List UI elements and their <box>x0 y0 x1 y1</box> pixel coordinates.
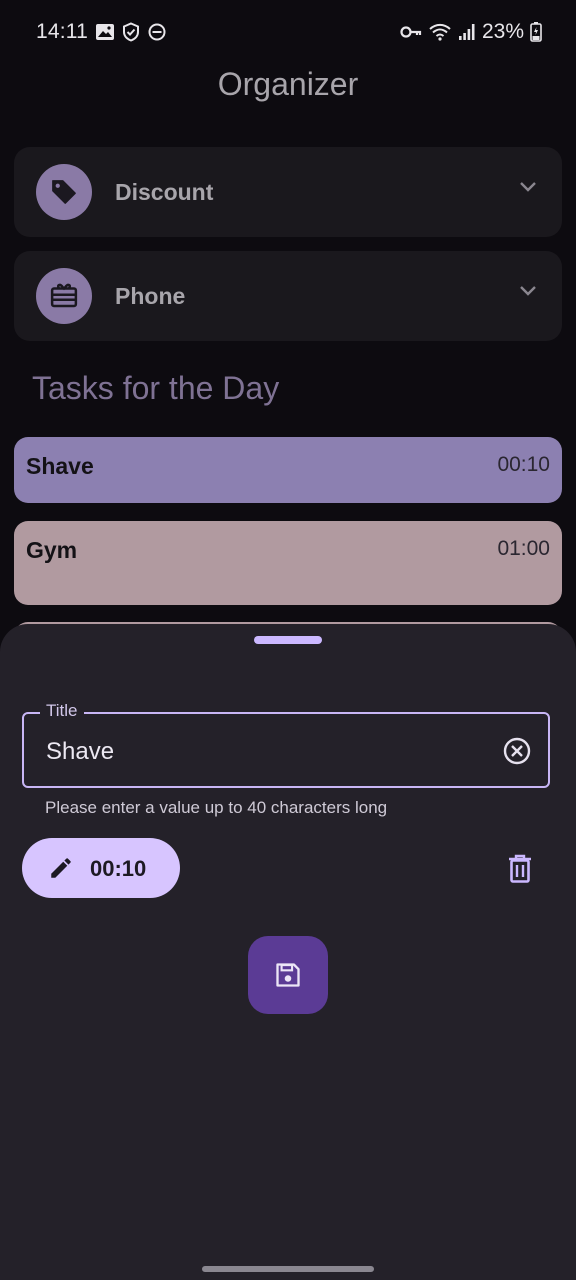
task-time: 00:10 <box>497 453 550 476</box>
category-avatar <box>36 268 92 324</box>
tag-icon <box>52 180 76 204</box>
wifi-icon <box>429 23 451 41</box>
clear-icon[interactable] <box>502 736 532 766</box>
task-card-shave[interactable]: Shave 00:10 <box>14 437 562 503</box>
battery-icon <box>530 22 542 42</box>
gesture-navigation-bar[interactable] <box>202 1266 374 1272</box>
edit-time-button[interactable]: 00:10 <box>22 838 180 898</box>
battery-percent: 23% <box>481 20 524 43</box>
time-chip-label: 00:10 <box>90 856 147 881</box>
title-field-value[interactable]: Shave <box>46 738 114 766</box>
trash-icon[interactable] <box>506 854 534 884</box>
drag-handle[interactable] <box>254 636 322 644</box>
task-card-gym[interactable]: Gym 01:00 <box>14 521 562 605</box>
status-bar: 14:11 23% <box>0 0 576 64</box>
chevron-down-icon[interactable] <box>518 180 538 194</box>
category-card-discount[interactable]: Discount <box>14 147 562 237</box>
image-icon <box>96 24 114 40</box>
gift-card-icon <box>50 283 78 308</box>
status-system-icons: 23% <box>400 20 542 44</box>
task-time: 01:00 <box>497 537 550 560</box>
title-field[interactable]: Title Shave <box>22 701 550 788</box>
save-icon <box>276 963 300 987</box>
vpn-key-icon <box>400 26 422 38</box>
status-time: 14:11 <box>36 20 88 43</box>
title-field-label: Title <box>40 701 84 721</box>
category-label: Phone <box>115 283 186 309</box>
dnd-icon <box>148 23 166 41</box>
page-title: Organizer <box>217 66 359 102</box>
title-field-supporting-text: Please enter a value up to 40 characters… <box>45 798 388 817</box>
status-notification-icons <box>95 22 167 42</box>
pencil-icon <box>51 858 71 878</box>
task-title: Gym <box>26 537 78 563</box>
organizer-screen: 14:11 23% Organizer Discount Phone Tasks… <box>0 0 576 1280</box>
section-title-tasks: Tasks for the Day <box>32 370 280 406</box>
chevron-down-icon[interactable] <box>518 284 538 298</box>
signal-icon <box>458 24 475 40</box>
shield-icon <box>123 22 139 42</box>
category-card-phone[interactable]: Phone <box>14 251 562 341</box>
category-label: Discount <box>115 179 214 205</box>
save-button[interactable] <box>248 936 328 1014</box>
task-title: Shave <box>26 453 94 479</box>
category-avatar <box>36 164 92 220</box>
edit-task-bottom-sheet: Title Shave Please enter a value up to 4… <box>0 624 576 1280</box>
